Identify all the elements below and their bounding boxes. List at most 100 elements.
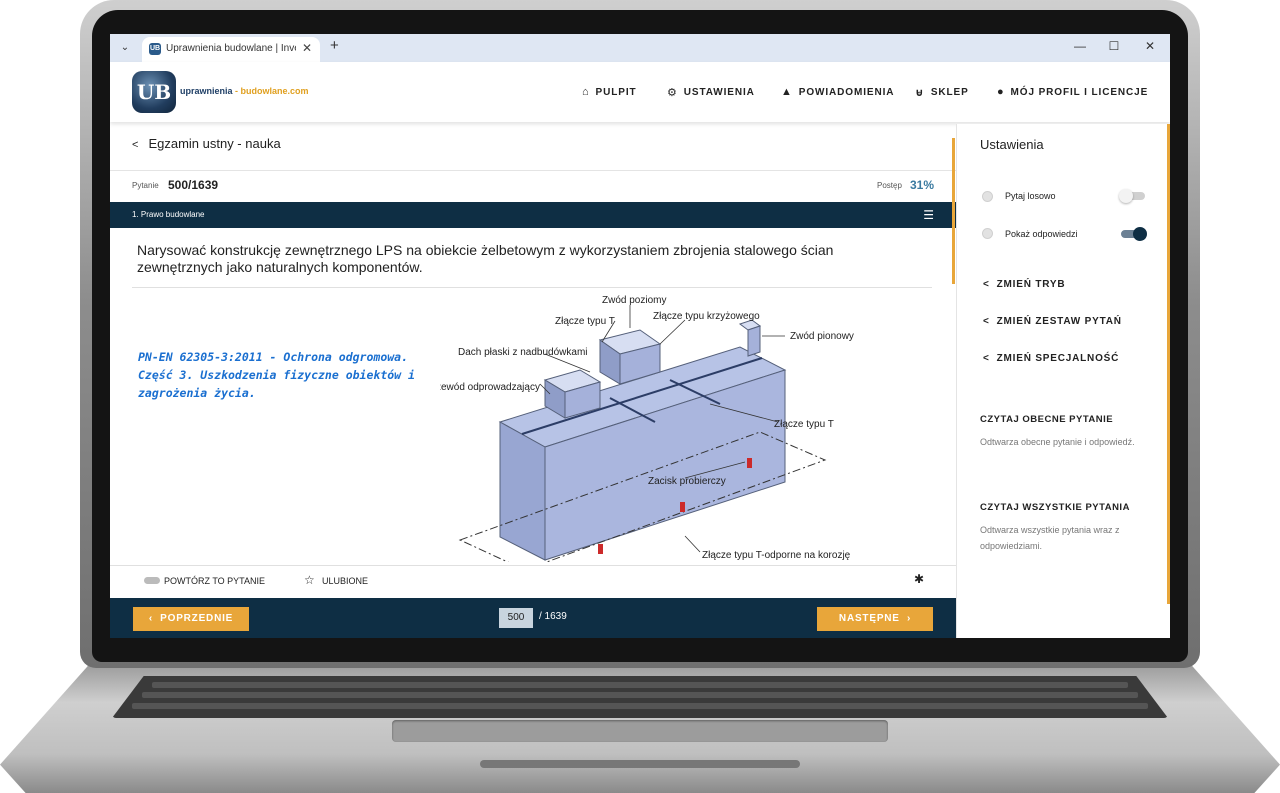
nav-powiadomienia[interactable]: ▲ POWIADOMIENIA bbox=[781, 62, 894, 122]
minimize-button[interactable]: — bbox=[1070, 39, 1090, 53]
nav-label: PULPIT bbox=[595, 86, 637, 98]
nav-label: MÓJ PROFIL I LICENCJE bbox=[1010, 86, 1149, 98]
tab-list-dropdown-icon[interactable]: ⌄ bbox=[116, 39, 134, 57]
air-terminal-body bbox=[747, 325, 761, 357]
label-test-clamp: Zacisk probierczy bbox=[648, 476, 726, 487]
page-number-input[interactable] bbox=[499, 608, 533, 628]
browser-tab[interactable]: UB Uprawnienia budowlane | Inve ✕ bbox=[142, 37, 320, 62]
leader-line bbox=[684, 535, 701, 553]
chevron-right-icon: › bbox=[899, 613, 912, 624]
label-horizontal-conductor: Zwód poziomy bbox=[602, 295, 666, 306]
test-clamp-marker bbox=[598, 544, 603, 554]
read-all-title[interactable]: CZYTAJ WSZYSTKIE PYTANIA bbox=[980, 502, 1130, 513]
previous-button[interactable]: ‹ POPRZEDNIE bbox=[133, 607, 249, 631]
previous-label: POPRZEDNIE bbox=[160, 613, 234, 624]
nav-sklep[interactable]: ⊌ SKLEP bbox=[915, 62, 969, 122]
progress-label: Postęp bbox=[877, 181, 902, 190]
nav-label: SKLEP bbox=[930, 86, 969, 98]
gears-icon: ⚙ bbox=[667, 86, 678, 99]
browser-tab-bar: ⌄ UB Uprawnienia budowlane | Inve ✕ + — … bbox=[110, 34, 1170, 62]
checklist-icon[interactable]: ☰ bbox=[923, 208, 934, 222]
label-t-joint-corrosion: Złącze typu T-odporne na korozję bbox=[702, 550, 851, 561]
change-question-set-link[interactable]: < ZMIEŃ ZESTAW PYTAŃ bbox=[983, 316, 1122, 327]
logo-badge[interactable]: UB bbox=[132, 71, 176, 113]
reference-note: PN-EN 62305-3:2011 - Ochrona odgromowa. … bbox=[138, 350, 415, 400]
label-down-conductor: Przewód odprowadzający bbox=[440, 382, 540, 393]
back-chevron-icon[interactable]: < bbox=[132, 139, 138, 151]
next-button[interactable]: NASTĘPNE › bbox=[817, 607, 933, 631]
keyboard-row bbox=[132, 703, 1148, 709]
read-all-desc: Odtwarza wszystkie pytania wraz z odpowi… bbox=[980, 525, 1120, 551]
tab-close-icon[interactable]: ✕ bbox=[302, 41, 312, 55]
progress-value: 31% bbox=[910, 178, 935, 192]
nav-label: POWIADOMIENIA bbox=[798, 86, 895, 98]
chevron-left-icon: ‹ bbox=[148, 613, 161, 624]
divider bbox=[110, 170, 956, 171]
link-label: ZMIEŃ TRYB bbox=[996, 279, 1066, 290]
settings-panel: Ustawienia Pytaj losowo Pokaż odpowiedzi… bbox=[956, 124, 1170, 638]
leader-line bbox=[659, 319, 686, 345]
category-bar: 1. Prawo budowlane ☰ bbox=[110, 202, 956, 228]
basket-icon: ⊌ bbox=[915, 86, 925, 99]
star-icon[interactable]: ☆ bbox=[304, 573, 315, 587]
user-icon: ● bbox=[997, 86, 1005, 98]
nav-pulpit[interactable]: ⌂ PULPIT bbox=[582, 62, 637, 122]
nav-profil[interactable]: ● MÓJ PROFIL I LICENCJE bbox=[997, 62, 1148, 122]
window-close-button[interactable]: ✕ bbox=[1140, 39, 1160, 53]
keyboard-row bbox=[142, 692, 1138, 698]
new-tab-button[interactable]: + bbox=[330, 37, 339, 54]
laptop-keyboard bbox=[112, 676, 1168, 718]
bell-icon: ▲ bbox=[781, 86, 793, 98]
page-total: / 1639 bbox=[539, 611, 567, 622]
label-flat-roof: Dach płaski z nadbudówkami bbox=[458, 347, 588, 358]
question-divider bbox=[132, 287, 932, 288]
laptop-front-edge bbox=[480, 760, 800, 768]
bug-report-icon[interactable]: ✱ bbox=[914, 572, 924, 586]
nav-label: USTAWIENIA bbox=[683, 86, 755, 98]
change-specialty-link[interactable]: < ZMIEŃ SPECJALNOŚĆ bbox=[983, 353, 1119, 364]
read-current-title[interactable]: CZYTAJ OBECNE PYTANIE bbox=[980, 414, 1113, 425]
next-label: NASTĘPNE bbox=[838, 613, 900, 624]
show-answers-label: Pokaż odpowiedzi bbox=[1005, 229, 1078, 239]
app-header: UB uprawnienia - budowlane.com ⌂ PULPIT ⚙… bbox=[110, 62, 1170, 122]
actions-divider bbox=[110, 565, 956, 566]
question-counter: 500/1639 bbox=[168, 178, 219, 192]
show-answers-toggle[interactable] bbox=[1121, 227, 1147, 241]
logo-text: uprawnienia - budowlane.com bbox=[180, 86, 309, 96]
laptop-trackpad bbox=[392, 720, 888, 742]
main-content: < Egzamin ustny - nauka Pytanie 500/1639 … bbox=[110, 124, 956, 638]
question-counter-label: Pytanie bbox=[132, 181, 159, 190]
nav-ustawienia[interactable]: ⚙ USTAWIENIA bbox=[667, 62, 755, 122]
logo-text-b: - budowlane.com bbox=[232, 86, 309, 96]
screen: ⌄ UB Uprawnienia budowlane | Inve ✕ + — … bbox=[110, 34, 1170, 638]
building-front-wall bbox=[499, 421, 546, 561]
test-clamp-marker bbox=[680, 502, 685, 512]
lps-diagram: Zwód poziomy Złącze typu T Złącze typu k… bbox=[440, 295, 854, 562]
repeat-question-label[interactable]: POWTÓRZ TO PYTANIE bbox=[164, 576, 265, 586]
question-text: Narysować konstrukcję zewnętrznego LPS n… bbox=[137, 242, 834, 275]
chevron-left-icon: < bbox=[983, 316, 990, 327]
info-icon bbox=[982, 228, 993, 239]
toggle-knob bbox=[1133, 227, 1147, 241]
read-current-desc: Odtwarza obecne pytanie i odpowiedź. bbox=[980, 437, 1135, 447]
breadcrumb[interactable]: < Egzamin ustny - nauka bbox=[132, 136, 281, 151]
repeat-question-toggle[interactable] bbox=[144, 577, 160, 584]
label-t-joint-top: Złącze typu T bbox=[555, 316, 615, 327]
info-icon bbox=[982, 191, 993, 202]
toggle-knob bbox=[1119, 189, 1133, 203]
random-questions-label: Pytaj losowo bbox=[1005, 191, 1056, 201]
favicon-icon: UB bbox=[149, 43, 161, 55]
change-mode-link[interactable]: < ZMIEŃ TRYB bbox=[983, 279, 1065, 290]
label-cross-joint: Złącze typu krzyżowego bbox=[653, 311, 760, 322]
pagination-bar: ‹ POPRZEDNIE / 1639 NASTĘPNE › bbox=[110, 598, 956, 638]
maximize-button[interactable]: ☐ bbox=[1104, 39, 1124, 53]
page-title: Egzamin ustny - nauka bbox=[148, 136, 281, 151]
link-label: ZMIEŃ SPECJALNOŚĆ bbox=[996, 353, 1120, 364]
link-label: ZMIEŃ ZESTAW PYTAŃ bbox=[996, 316, 1122, 327]
category-label: 1. Prawo budowlane bbox=[132, 210, 205, 219]
settings-title: Ustawienia bbox=[980, 137, 1044, 152]
tab-title: Uprawnienia budowlane | Inve bbox=[166, 43, 296, 54]
favorite-label[interactable]: ULUBIONE bbox=[322, 576, 368, 586]
random-questions-toggle[interactable] bbox=[1119, 189, 1145, 203]
chevron-left-icon: < bbox=[983, 279, 990, 290]
